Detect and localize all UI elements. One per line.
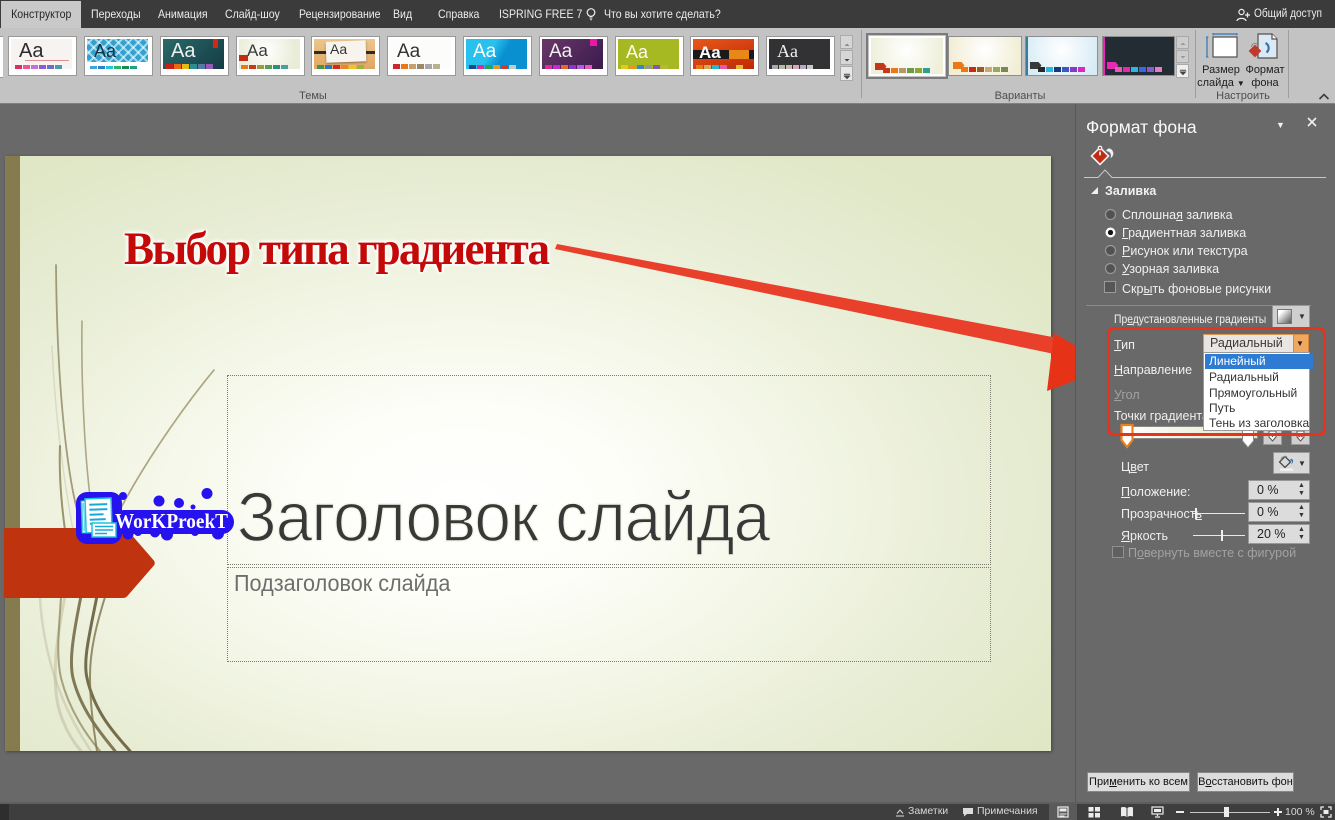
svg-text:WorKProekT: WorKProekT xyxy=(115,509,228,533)
